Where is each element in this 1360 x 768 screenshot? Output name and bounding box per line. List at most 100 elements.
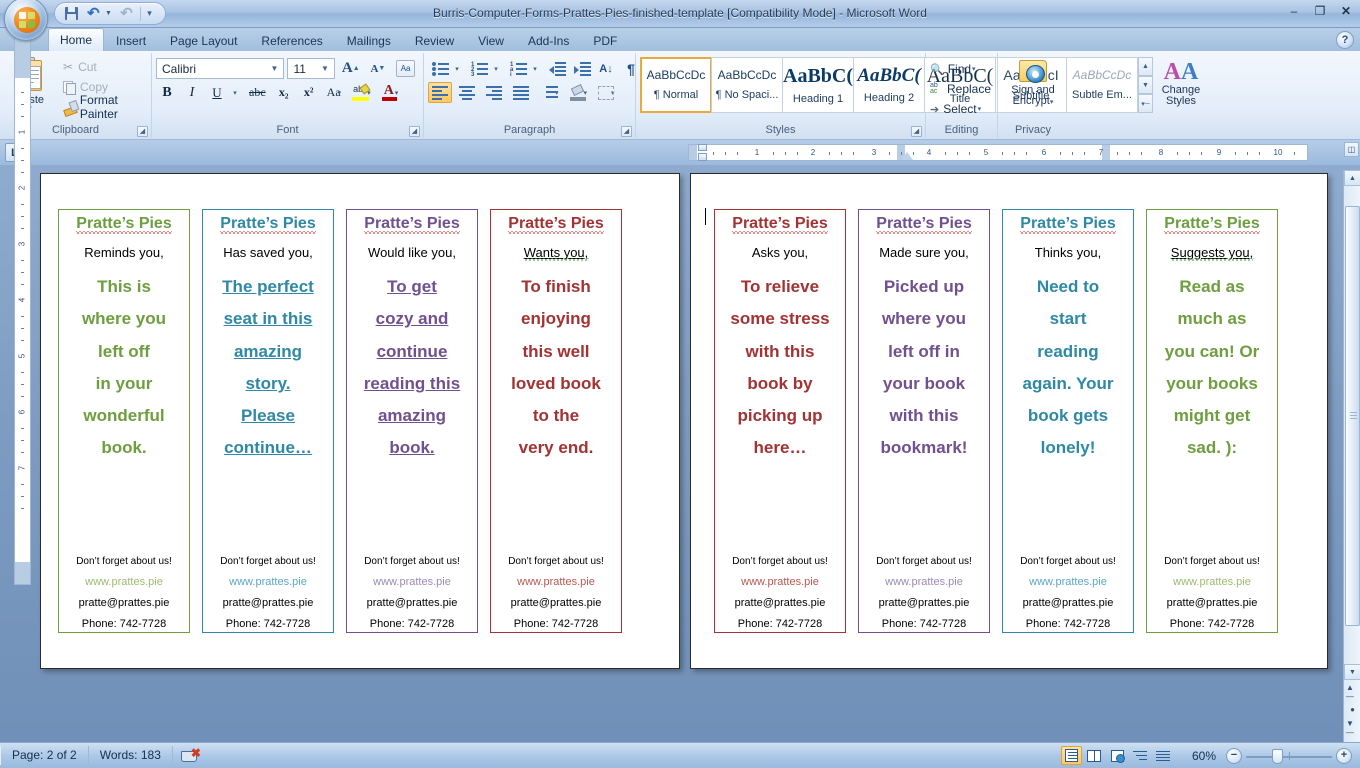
outline-view-button[interactable] bbox=[1130, 746, 1151, 765]
tab-add-ins[interactable]: Add-Ins bbox=[516, 30, 581, 51]
align-left-button[interactable] bbox=[428, 82, 452, 103]
styles-gallery-scrollbar[interactable]: ▲ ▼ ▾─ bbox=[1138, 57, 1153, 113]
find-button[interactable]: 🔍 Find ▾ bbox=[930, 59, 993, 79]
font-color-button[interactable]: A ▾ bbox=[378, 82, 403, 103]
underline-dropdown[interactable]: ▾ bbox=[231, 82, 242, 103]
shading-button[interactable]: ▾ bbox=[566, 82, 592, 103]
customize-quick-access-toolbar-button[interactable]: ▾ bbox=[144, 4, 158, 23]
tab-mailings[interactable]: Mailings bbox=[335, 30, 403, 51]
select-button[interactable]: ➔ Select ▾ bbox=[930, 99, 993, 119]
tab-page-layout[interactable]: Page Layout bbox=[158, 30, 249, 51]
numbering-button[interactable]: 123 bbox=[467, 58, 489, 79]
web-layout-view-button[interactable] bbox=[1107, 746, 1128, 765]
view-ruler-toggle[interactable]: ◫ bbox=[1344, 142, 1359, 157]
bookmark-1[interactable]: Pratte’s Pies Reminds you, This is where… bbox=[55, 206, 193, 636]
scrollbar-thumb[interactable] bbox=[1345, 206, 1360, 626]
italic-button[interactable]: I bbox=[181, 82, 203, 103]
sign-and-encrypt-button[interactable]: Sign and Encrypt ▾ bbox=[1002, 55, 1064, 124]
minimize-button[interactable]: – bbox=[1284, 2, 1304, 19]
zoom-out-button[interactable]: − bbox=[1226, 748, 1242, 764]
font-name-combobox[interactable]: Calibri ▼ bbox=[156, 58, 284, 79]
font-size-combobox[interactable]: 11 ▼ bbox=[287, 58, 335, 79]
cut-button[interactable]: ✂ Cut bbox=[60, 57, 147, 77]
change-styles-button[interactable]: AA Change Styles bbox=[1153, 57, 1209, 107]
tab-pdf[interactable]: PDF bbox=[581, 30, 629, 51]
scroll-down-icon[interactable]: ▼ bbox=[1138, 76, 1153, 95]
redo-button[interactable]: ↶ bbox=[116, 4, 137, 23]
sort-button[interactable]: A↓ bbox=[595, 58, 617, 79]
document-workspace[interactable]: Pratte’s Pies Reminds you, This is where… bbox=[0, 170, 1360, 742]
increase-indent-button[interactable] bbox=[570, 58, 592, 79]
style-normal[interactable]: AaBbCcDc ¶ Normal bbox=[640, 57, 712, 113]
hanging-indent-marker[interactable] bbox=[698, 153, 707, 161]
tab-review[interactable]: Review bbox=[403, 30, 466, 51]
vertical-scrollbar[interactable]: ▲ ▼ ▲— ● ▼— bbox=[1343, 170, 1360, 742]
undo-dropdown[interactable]: ▼ bbox=[105, 4, 115, 23]
first-line-indent-marker[interactable] bbox=[698, 144, 707, 151]
styles-dialog-launcher[interactable]: ◢ bbox=[911, 126, 922, 137]
clipboard-dialog-launcher[interactable]: ◢ bbox=[137, 126, 148, 137]
previous-page-button[interactable]: ▲— bbox=[1346, 685, 1359, 698]
zoom-level[interactable]: 60% bbox=[1186, 749, 1222, 763]
bookmark-8[interactable]: Pratte’s Pies Suggests you, Read as much… bbox=[1143, 206, 1281, 636]
font-dialog-launcher[interactable]: ◢ bbox=[409, 126, 420, 137]
bookmark-7[interactable]: Pratte’s Pies Thinks you, Need to start … bbox=[999, 206, 1137, 636]
zoom-slider[interactable] bbox=[1246, 749, 1332, 763]
line-spacing-button[interactable]: ▾ bbox=[536, 82, 563, 103]
tab-home[interactable]: Home bbox=[48, 28, 104, 51]
style-heading-2[interactable]: AaBbC( Heading 2 bbox=[853, 57, 925, 113]
close-button[interactable]: ✕ bbox=[1336, 2, 1356, 19]
subscript-button[interactable]: x₂ bbox=[273, 82, 295, 103]
zoom-slider-thumb[interactable] bbox=[1272, 749, 1283, 764]
draft-view-button[interactable] bbox=[1153, 746, 1174, 765]
zoom-in-button[interactable]: + bbox=[1336, 748, 1352, 764]
numbering-dropdown[interactable]: ▾ bbox=[492, 58, 503, 79]
format-painter-button[interactable]: Format Painter bbox=[60, 97, 147, 117]
bookmark-4[interactable]: Pratte’s Pies Wants you, To finish enjoy… bbox=[487, 206, 625, 636]
help-button[interactable]: ? bbox=[1336, 31, 1354, 49]
next-page-button[interactable]: ▼— bbox=[1346, 721, 1359, 734]
style-subtle-emphasis[interactable]: AaBbCcDc Subtle Em... bbox=[1066, 57, 1138, 113]
full-screen-reading-view-button[interactable] bbox=[1084, 746, 1105, 765]
scroll-up-button[interactable]: ▲ bbox=[1344, 170, 1360, 186]
style-no-spacing[interactable]: AaBbCcDc ¶ No Spaci... bbox=[711, 57, 783, 113]
tab-insert[interactable]: Insert bbox=[104, 30, 158, 51]
bullets-button[interactable] bbox=[428, 58, 450, 79]
select-browse-object-button[interactable]: ● bbox=[1346, 703, 1359, 716]
paragraph-dialog-launcher[interactable]: ◢ bbox=[621, 126, 632, 137]
restore-button[interactable]: ❐ bbox=[1310, 2, 1330, 19]
justify-button[interactable] bbox=[509, 82, 533, 103]
superscript-button[interactable]: x² bbox=[298, 82, 320, 103]
bookmark-3[interactable]: Pratte’s Pies Would like you, To get coz… bbox=[343, 206, 481, 636]
more-styles-icon[interactable]: ▾─ bbox=[1138, 94, 1153, 113]
strikethrough-button[interactable]: abc bbox=[245, 82, 270, 103]
shrink-font-button[interactable]: A▼ bbox=[367, 58, 390, 79]
underline-button[interactable]: U bbox=[206, 82, 228, 103]
bookmark-5[interactable]: Pratte’s Pies Asks you, To relieve some … bbox=[711, 206, 849, 636]
clear-formatting-button[interactable]: Aa bbox=[392, 58, 419, 79]
word-count[interactable]: Words: 183 bbox=[89, 746, 173, 765]
save-button[interactable] bbox=[61, 4, 82, 23]
scroll-down-button[interactable]: ▼ bbox=[1344, 664, 1360, 680]
align-right-button[interactable] bbox=[482, 82, 506, 103]
text-highlight-button[interactable]: ab ▾ bbox=[348, 82, 375, 103]
align-center-button[interactable] bbox=[455, 82, 479, 103]
change-case-button[interactable]: Aa▾ bbox=[323, 82, 346, 103]
scroll-up-icon[interactable]: ▲ bbox=[1138, 57, 1153, 76]
tab-references[interactable]: References bbox=[249, 30, 334, 51]
style-heading-1[interactable]: AaBbC( Heading 1 bbox=[782, 57, 854, 113]
bookmark-6[interactable]: Pratte’s Pies Made sure you, Picked up w… bbox=[855, 206, 993, 636]
bold-button[interactable]: B bbox=[156, 82, 178, 103]
horizontal-ruler[interactable]: 1 2 3 4 5 6 7 8 9 10 bbox=[688, 144, 1308, 161]
undo-button[interactable]: ↷ bbox=[83, 4, 104, 23]
document-page-2[interactable]: Pratte’s Pies Asks you, To relieve some … bbox=[690, 173, 1328, 669]
left-indent-marker[interactable] bbox=[901, 152, 913, 160]
multilevel-list-dropdown[interactable]: ▾ bbox=[531, 58, 542, 79]
tab-view[interactable]: View bbox=[466, 30, 516, 51]
bookmark-2[interactable]: Pratte’s Pies Has saved you, The perfect… bbox=[199, 206, 337, 636]
replace-button[interactable]: abac Replace bbox=[930, 79, 993, 99]
decrease-indent-button[interactable] bbox=[545, 58, 567, 79]
multilevel-list-button[interactable]: 1ai bbox=[506, 58, 528, 79]
page-indicator[interactable]: Page: 2 of 2 bbox=[0, 746, 89, 765]
document-page-1[interactable]: Pratte’s Pies Reminds you, This is where… bbox=[40, 173, 680, 669]
